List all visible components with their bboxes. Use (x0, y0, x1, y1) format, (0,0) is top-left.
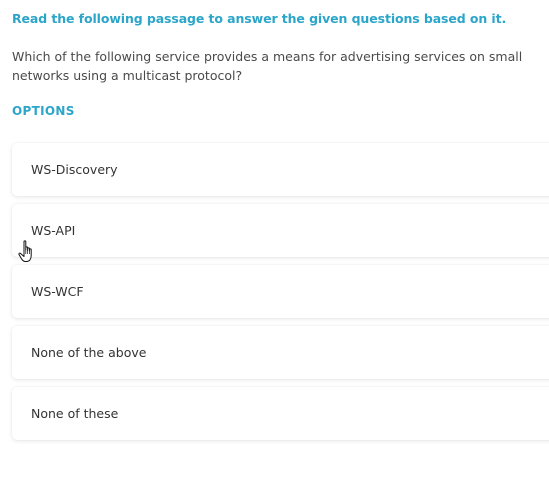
option-label: WS-WCF (31, 284, 84, 299)
option-label: WS-API (31, 223, 76, 238)
option-ws-discovery[interactable]: WS-Discovery (12, 143, 549, 196)
option-none-of-the-above[interactable]: None of the above (12, 326, 549, 379)
hand-pointer-icon (18, 240, 32, 262)
option-ws-wcf[interactable]: WS-WCF (12, 265, 549, 318)
options-label: OPTIONS (12, 104, 75, 118)
option-label: WS-Discovery (31, 162, 118, 177)
instruction-heading: Read the following passage to answer the… (12, 11, 507, 26)
option-none-of-these[interactable]: None of these (12, 387, 549, 440)
option-label: None of the above (31, 345, 147, 360)
option-ws-api[interactable]: WS-API (12, 204, 549, 257)
options-list: WS-Discovery WS-API WS-WCF None of the a… (12, 143, 549, 448)
question-text: Which of the following service provides … (12, 49, 523, 83)
option-label: None of these (31, 406, 119, 421)
